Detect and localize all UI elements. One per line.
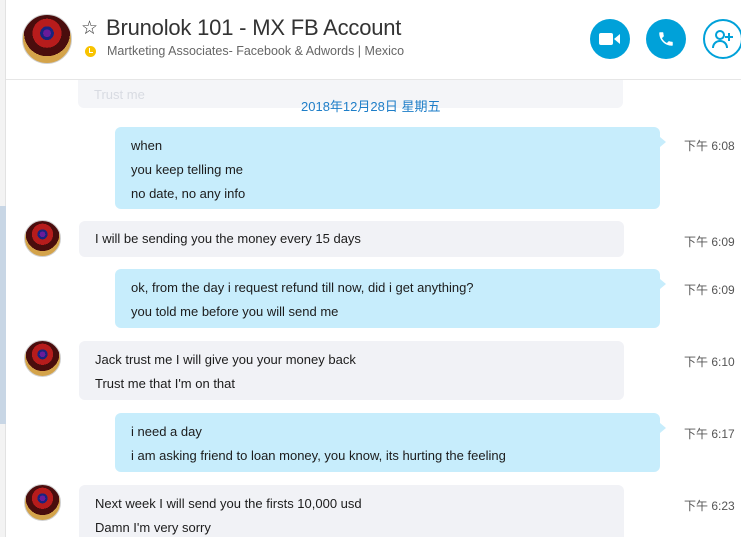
add-people-button[interactable] (703, 19, 741, 59)
date-divider: 2018年12月28日 星期五 (301, 99, 441, 114)
message-line: Trust me that I'm on that (95, 376, 235, 391)
sender-avatar[interactable] (24, 220, 61, 257)
message-line: when (131, 138, 163, 153)
message-timestamp: 下午 6:08 (684, 139, 735, 153)
favorite-star-icon[interactable]: ☆ (81, 17, 98, 40)
message-line: Next week I will send you the firsts 10,… (95, 496, 362, 511)
message-line: you told me before you will send me (131, 304, 339, 319)
contact-avatar[interactable] (22, 14, 72, 64)
message-list[interactable]: Trust me 2018年12月28日 星期五 when you keep t… (6, 80, 741, 537)
away-status-icon (85, 46, 96, 57)
voice-call-button[interactable] (646, 19, 686, 59)
message-timestamp: 下午 6:23 (684, 499, 735, 513)
incoming-message[interactable]: Next week I will send you the firsts 10,… (79, 485, 624, 537)
conversation-title: Brunolok 101 - MX FB Account (106, 15, 402, 40)
message-line: ok, from the day i request refund till n… (131, 280, 474, 295)
sender-avatar[interactable] (24, 484, 61, 521)
incoming-message[interactable]: I will be sending you the money every 15… (79, 221, 624, 257)
message-timestamp: 下午 6:09 (684, 235, 735, 249)
video-camera-icon (599, 33, 620, 45)
previous-message-text: Trust me (94, 87, 145, 102)
message-line: Jack trust me I will give you your money… (95, 352, 356, 367)
message-line: i am asking friend to loan money, you kn… (131, 448, 506, 463)
conversation-subtitle: Martketing Associates- Facebook & Adword… (107, 44, 405, 58)
outgoing-message[interactable]: ok, from the day i request refund till n… (115, 269, 666, 328)
outgoing-message[interactable]: i need a day i am asking friend to loan … (115, 413, 666, 472)
message-line: i need a day (131, 424, 202, 439)
conversation-header: ☆ Brunolok 101 - MX FB Account Martketin… (6, 0, 741, 80)
message-line: Damn I'm very sorry (95, 520, 211, 535)
message-line: you keep telling me (131, 162, 244, 177)
message-timestamp: 下午 6:09 (684, 283, 735, 297)
outgoing-message[interactable]: when you keep telling me no date, no any… (115, 127, 666, 209)
message-line: no date, no any info (131, 186, 246, 201)
message-line: I will be sending you the money every 15… (95, 231, 361, 246)
message-timestamp: 下午 6:10 (684, 355, 735, 369)
add-person-icon (712, 30, 733, 49)
sender-avatar[interactable] (24, 340, 61, 377)
video-call-button[interactable] (590, 19, 630, 59)
phone-icon (659, 32, 673, 46)
incoming-message[interactable]: Jack trust me I will give you your money… (79, 341, 624, 400)
message-timestamp: 下午 6:17 (684, 427, 735, 441)
